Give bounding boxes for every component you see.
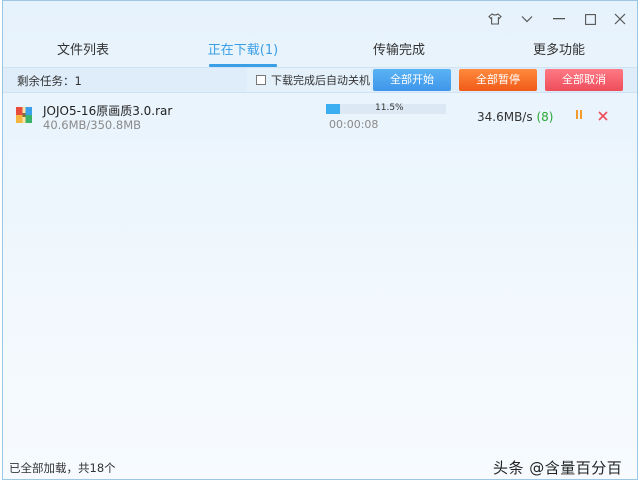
auto-shutdown-option[interactable]: 下载完成后自动关机: [247, 68, 371, 92]
start-all-button[interactable]: 全部开始: [373, 69, 451, 91]
remaining-tasks: 剩余任务：1: [17, 74, 82, 88]
cancel-download-icon[interactable]: [597, 110, 609, 122]
skin-icon[interactable]: [481, 7, 509, 31]
status-text: 已全部加载，共18个: [9, 461, 116, 475]
download-speed: 34.6MB/s (8): [477, 110, 553, 124]
tab-downloading[interactable]: 正在下载(1): [203, 37, 283, 67]
maximize-icon[interactable]: [576, 7, 604, 31]
file-name: JOJO5-16原画质3.0.rar: [43, 104, 173, 118]
chevron-down-icon[interactable]: [513, 7, 541, 31]
toolbar: 剩余任务：1 下载完成后自动关机 全部开始 全部暂停 全部取消: [3, 67, 637, 93]
close-icon[interactable]: [606, 7, 634, 31]
progress-bar-fill: [326, 104, 340, 114]
pause-icon[interactable]: [572, 110, 586, 122]
tab-completed[interactable]: 传输完成: [359, 37, 439, 67]
tab-file-list[interactable]: 文件列表: [43, 37, 123, 67]
progress-percent: 11.5%: [375, 103, 404, 113]
status-bar: 已全部加载，共18个 头条 @含量百分百: [3, 457, 637, 479]
title-bar: [3, 1, 637, 37]
speed-value: 34.6MB/s: [477, 110, 533, 124]
auto-shutdown-label: 下载完成后自动关机: [271, 74, 370, 87]
connection-count: (8): [536, 110, 554, 124]
app-window: 文件列表 正在下载(1) 传输完成 更多功能 剩余任务：1 下载完成后自动关机 …: [2, 0, 638, 480]
download-row[interactable]: JOJO5-16原画质3.0.rar 40.6MB/350.8MB 11.5% …: [3, 94, 637, 138]
pause-all-button[interactable]: 全部暂停: [459, 69, 537, 91]
auto-shutdown-checkbox[interactable]: [256, 75, 266, 85]
watermark: 头条 @含量百分百: [493, 459, 623, 477]
tab-bar: 文件列表 正在下载(1) 传输完成 更多功能: [3, 37, 637, 67]
tab-more-features[interactable]: 更多功能: [519, 37, 599, 67]
minimize-icon[interactable]: [545, 7, 573, 31]
archive-file-icon: [16, 107, 32, 123]
elapsed-time: 00:00:08: [329, 118, 379, 131]
file-size: 40.6MB/350.8MB: [43, 118, 142, 132]
cancel-all-button[interactable]: 全部取消: [545, 69, 623, 91]
